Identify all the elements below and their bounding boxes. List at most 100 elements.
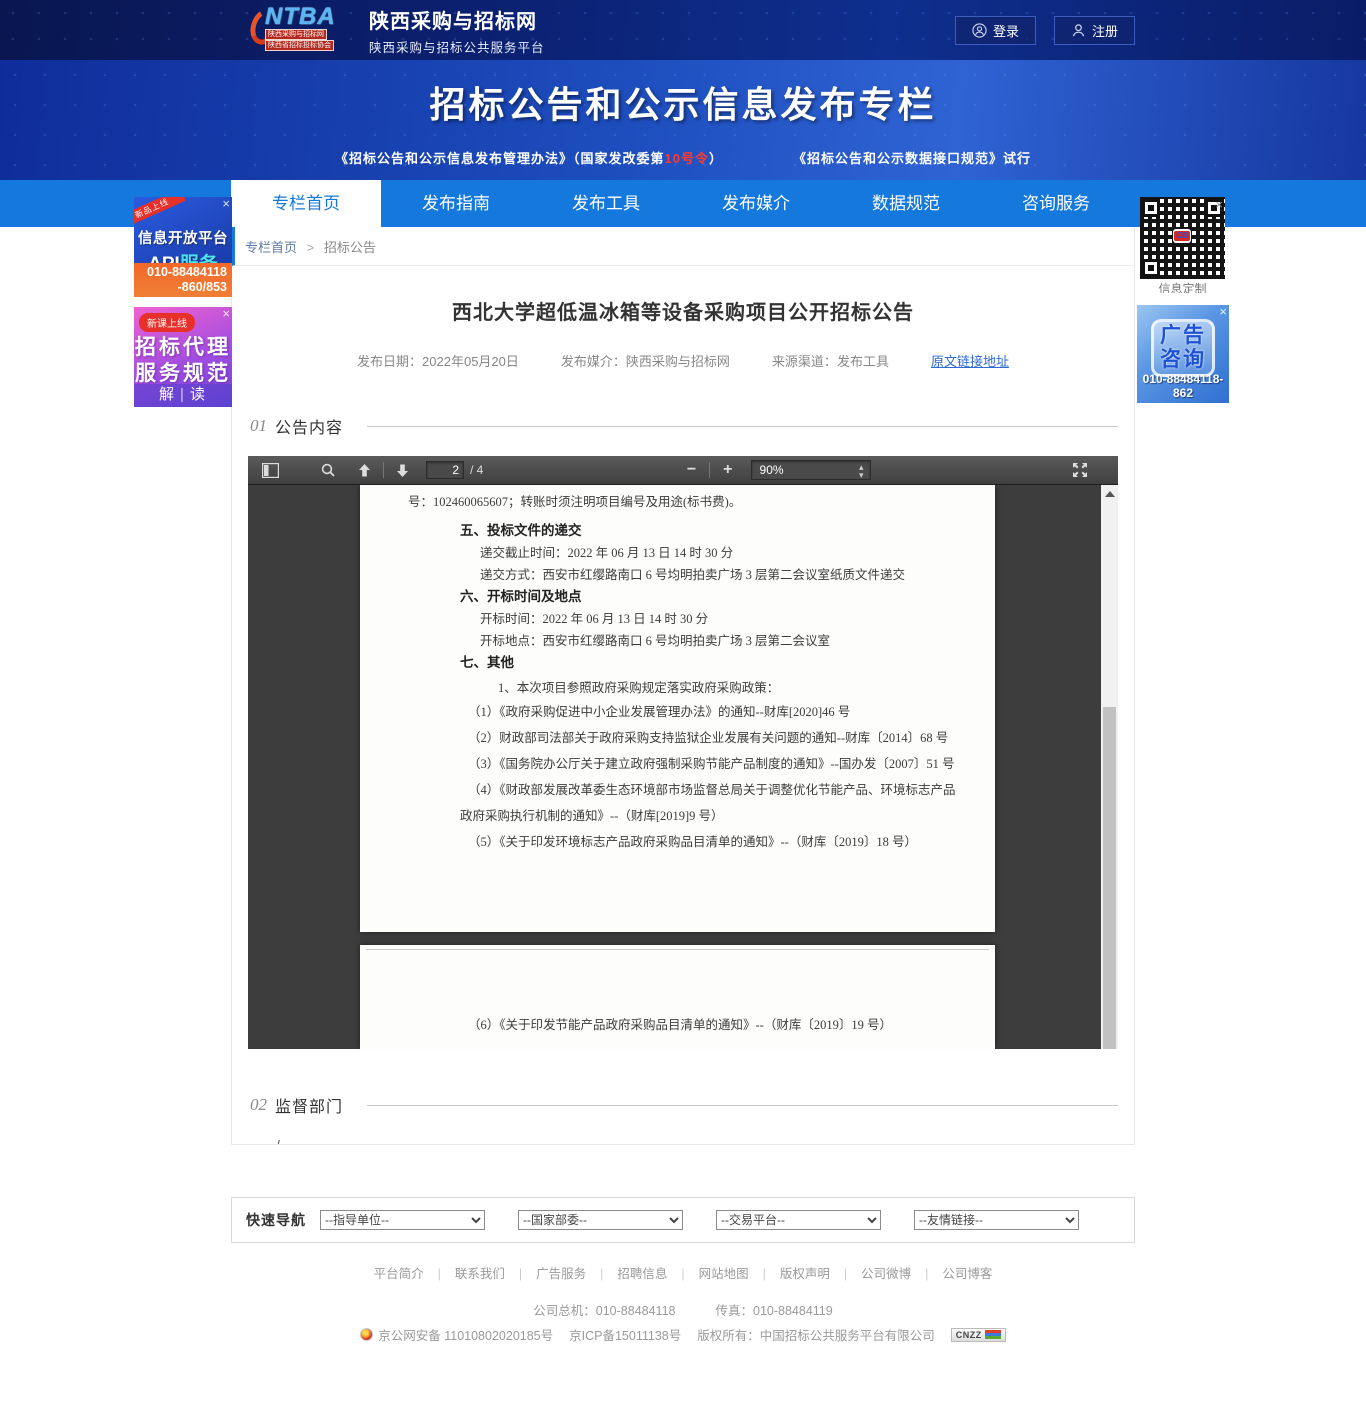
nav-tab-home[interactable]: 专栏首页 — [231, 180, 381, 227]
logo-text: NTBA — [265, 3, 336, 31]
footer-link-ad-service[interactable]: 广告服务 — [536, 1263, 617, 1282]
pdf-zoom-in-button[interactable]: + — [717, 461, 738, 479]
footer-link-copyright-notice[interactable]: 版权声明 — [780, 1263, 861, 1282]
left-ad1-ribbon: 新品上线 — [134, 197, 186, 228]
pdf-scrollbar-up-icon[interactable] — [1105, 491, 1115, 497]
left-ad2-badge: 新课上线 — [139, 313, 195, 332]
cnzz-bars-icon — [985, 1330, 1001, 1339]
right-ad-line1: 广告 — [1160, 324, 1206, 348]
pdf-text-line: 六、开标时间及地点 — [460, 586, 995, 608]
pdf-document-area[interactable]: 号：102460065607；转账时须注明项目编号及用途(标书费)。 五、投标文… — [248, 485, 1118, 1049]
register-button[interactable]: 注册 — [1054, 16, 1135, 45]
pdf-text-line: 七、其他 — [460, 652, 995, 674]
left-ad2-close-icon[interactable]: × — [222, 307, 230, 320]
footer-link-sitemap[interactable]: 网站地图 — [699, 1263, 780, 1282]
footer-copyright-row: 京公网安备 11010802020185号 京ICP备15011138号 版权所… — [0, 1325, 1366, 1344]
pdf-scrollbar-thumb[interactable] — [1103, 707, 1116, 1049]
nav-tab-publish-media[interactable]: 发布媒介 — [681, 180, 831, 227]
banner-subtitle: 《招标公告和公示信息发布管理办法》（国家发改委第10号令）《招标公告和公示数据接… — [0, 148, 1366, 167]
qr-close-icon[interactable]: × — [1215, 198, 1223, 211]
pdf-zoom-spinner-icon: ▴▾ — [859, 463, 864, 479]
pdf-page-3: （6）《关于印发节能产品政府采购品目清单的通知》--（财库〔2019〕19 号） — [360, 945, 995, 1049]
footer-link-company-blog[interactable]: 公司博客 — [942, 1263, 992, 1282]
banner-regulation-2: 《招标公告和公示数据接口规范》试行 — [793, 151, 1031, 166]
login-label: 登录 — [993, 21, 1019, 40]
pdf-page-input[interactable] — [426, 461, 464, 479]
left-ad1-close-icon[interactable]: × — [222, 197, 230, 210]
left-ad2-action[interactable]: 解|读 — [134, 384, 232, 407]
footer-link-platform-intro[interactable]: 平台简介 — [374, 1263, 455, 1282]
breadcrumb-home-link[interactable]: 专栏首页 — [245, 240, 297, 255]
pdf-viewer: / 4 − + 90% ▴▾ 号：102460065607；转账时须 — [248, 456, 1118, 1049]
banner-decree-number: 10号令 — [665, 151, 709, 166]
qr-center-logo-text: CB — [1174, 231, 1190, 241]
pdf-fullscreen-icon[interactable] — [1068, 462, 1092, 478]
pdf-page-down-icon[interactable] — [391, 463, 414, 478]
quicknav-select-friend-links[interactable]: --友情链接-- — [914, 1210, 1079, 1230]
content-card: 专栏首页 > 招标公告 西北大学超低温冰箱等设备采购项目公开招标公告 发布日期：… — [231, 227, 1135, 1145]
pdf-toolbar: / 4 − + 90% ▴▾ — [248, 456, 1118, 485]
footer-contact-row: 公司总机：010-88484118 传真：010-88484119 — [0, 1300, 1366, 1319]
pdf-zoom-select[interactable]: 90% ▴▾ — [751, 460, 871, 480]
pdf-page-2: 号：102460065607；转账时须注明项目编号及用途(标书费)。 五、投标文… — [360, 485, 995, 932]
quicknav-select-trading-platforms[interactable]: --交易平台-- — [716, 1210, 881, 1230]
pdf-scrollbar[interactable] — [1101, 485, 1118, 1049]
pdf-text-line: （2）财政部司法部关于政府采购支持监狱企业发展有关问题的通知--财库〔2014〕… — [468, 725, 995, 751]
footer-link-contact-us[interactable]: 联系我们 — [455, 1263, 536, 1282]
pdf-text-line: （1）《政府采购促进中小企业发展管理办法》的通知--财库[2020]46 号 — [468, 699, 995, 725]
pdf-sidebar-toggle-icon[interactable] — [258, 463, 283, 478]
pdf-text-line: （6）《关于印发节能产品政府采购品目清单的通知》--（财库〔2019〕19 号） — [468, 1012, 995, 1038]
qr-center-logo: CB — [1173, 229, 1191, 243]
login-user-icon — [972, 23, 987, 38]
left-ad-agency-course[interactable]: × 新课上线 招标代理 服务规范 解|读 — [134, 307, 232, 407]
left-ad1-phone-line2: -860/853 — [134, 280, 227, 295]
quicknav-select-state-ministries[interactable]: --国家部委-- — [518, 1210, 683, 1230]
footer-phone: 公司总机：010-88484118 — [533, 1300, 675, 1319]
pdf-text-line: 开标地点：西安市红缨路南口 6 号均明拍卖广场 3 层第二会议室 — [480, 630, 995, 652]
pdf-text-line: 号：102460065607；转账时须注明项目编号及用途(标书费)。 — [408, 491, 995, 513]
banner-regulation-1-close: ） — [709, 151, 723, 166]
right-ad-panel: 广告 咨询 — [1151, 319, 1215, 377]
right-ad-close-icon[interactable]: × — [1219, 305, 1227, 318]
pdf-text-line: 递交方式：西安市红缨路南口 6 号均明拍卖广场 3 层第二会议室纸质文件递交 — [480, 564, 995, 586]
quicknav-select-guidance-units[interactable]: --指导单位-- — [320, 1210, 485, 1230]
left-ad-api-service[interactable]: × 新品上线 信息开放平台 API服务 010-88484118 -860/85… — [134, 197, 232, 297]
pdf-search-icon[interactable] — [317, 463, 339, 477]
register-user-icon — [1071, 23, 1086, 38]
register-label: 注册 — [1092, 21, 1118, 40]
right-ad-phone: 010-88484118-862 — [1137, 372, 1229, 400]
quicknav-label: 快速导航 — [246, 1210, 306, 1230]
nav-tab-data-standard[interactable]: 数据规范 — [831, 180, 981, 227]
login-button[interactable]: 登录 — [955, 16, 1036, 45]
pdf-text-line: （5）《关于印发环境标志产品政府采购品目清单的通知》--（财库〔2019〕18 … — [468, 829, 995, 855]
site-subtitle: 陕西采购与招标公共服务平台 — [369, 37, 545, 56]
original-link[interactable]: 原文链接地址 — [931, 351, 1009, 370]
pdf-zoom-out-button[interactable]: − — [681, 461, 702, 479]
nav-tab-publish-tools[interactable]: 发布工具 — [531, 180, 681, 227]
nav-tab-publish-guide[interactable]: 发布指南 — [381, 180, 531, 227]
pdf-text-line: 五、投标文件的递交 — [460, 520, 995, 542]
left-ad2-action-read2: 读 — [190, 386, 207, 403]
left-ad2-main: 招标代理 服务规范 — [134, 335, 232, 387]
hero-banner: 招标公告和公示信息发布专栏 《招标公告和公示信息发布管理办法》（国家发改委第10… — [0, 60, 1366, 180]
pdf-page-up-icon[interactable] — [353, 463, 376, 478]
right-ad-consulting[interactable]: × 广告 咨询 010-88484118-862 — [1137, 305, 1229, 403]
pdf-text-line: 1、本次项目参照政府采购规定落实政府采购政策： — [498, 677, 995, 699]
meta-publish-date-label: 发布日期： — [357, 354, 422, 369]
section-1-number: 01 — [250, 416, 267, 436]
police-badge-icon — [360, 1328, 373, 1341]
breadcrumb-current: 招标公告 — [324, 240, 376, 255]
qr-finder-icon — [1142, 199, 1160, 217]
nav-tab-consulting[interactable]: 咨询服务 — [981, 180, 1131, 227]
footer-beian-police: 京公网安备 11010802020185号 — [360, 1325, 553, 1344]
site-logo: NTBA 陕西采购与招标网 陕西省招标投标协会 — [251, 5, 359, 55]
left-ad2-line1: 招标代理 — [134, 335, 232, 361]
meta-publish-media: 发布媒介：陕西采购与招标网 — [561, 351, 730, 370]
footer-link-company-weibo[interactable]: 公司微博 — [861, 1263, 942, 1282]
footer-link-recruitment[interactable]: 招聘信息 — [617, 1263, 698, 1282]
right-ad-line2: 咨询 — [1160, 348, 1206, 372]
footer-copyright-text: 版权所有：中国招标公共服务平台有限公司 — [697, 1325, 935, 1344]
site-name: 陕西采购与招标网 — [369, 5, 545, 34]
section-supervision-head: 02 监督部门 — [250, 1093, 1118, 1117]
supervision-content: / — [276, 1137, 1134, 1145]
